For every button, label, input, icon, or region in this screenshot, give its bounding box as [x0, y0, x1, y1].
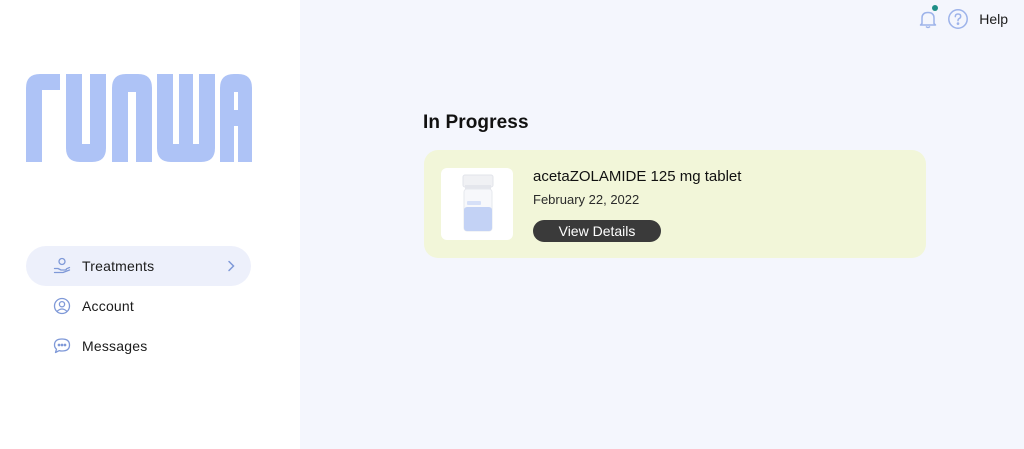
pill-bottle-icon: [462, 174, 494, 232]
sidebar: Treatments Account Messages: [0, 0, 300, 449]
user-circle-icon: [52, 296, 72, 316]
help-link[interactable]: Help: [979, 11, 1008, 27]
sidebar-item-account[interactable]: Account: [26, 286, 251, 326]
treatment-name: acetaZOLAMIDE 125 mg tablet: [533, 168, 742, 185]
treatment-date: February 22, 2022: [533, 192, 640, 207]
sidebar-nav: Treatments Account Messages: [26, 246, 251, 366]
view-details-button[interactable]: View Details: [533, 220, 661, 242]
chat-bubble-icon: [52, 336, 72, 356]
runway-logo[interactable]: [26, 70, 252, 162]
question-circle-icon[interactable]: [947, 8, 969, 30]
sidebar-item-treatments[interactable]: Treatments: [26, 246, 251, 286]
sidebar-item-label: Account: [82, 298, 134, 314]
sidebar-item-label: Messages: [82, 338, 148, 354]
hand-pill-icon: [52, 256, 72, 276]
treatment-card[interactable]: acetaZOLAMIDE 125 mg tablet February 22,…: [424, 150, 926, 258]
section-title-in-progress: In Progress: [423, 112, 529, 133]
top-bar: Help: [917, 5, 1008, 32]
treatment-image: [441, 168, 513, 240]
sidebar-item-label: Treatments: [82, 258, 155, 274]
sidebar-item-messages[interactable]: Messages: [26, 326, 251, 366]
chevron-right-icon: [223, 258, 239, 274]
bell-icon[interactable]: [917, 5, 939, 30]
